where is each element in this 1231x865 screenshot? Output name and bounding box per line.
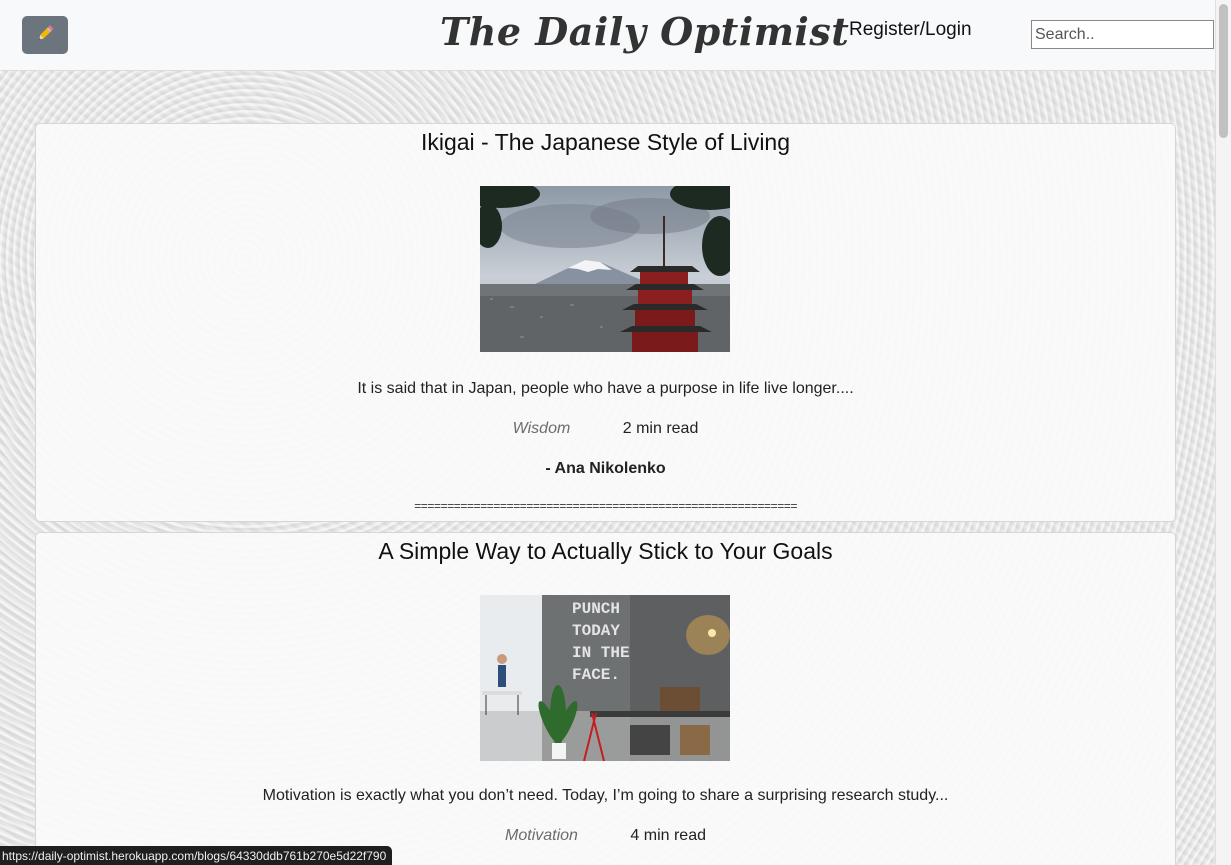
post-meta: Motivation 4 min read — [36, 827, 1175, 845]
pencil-icon — [35, 23, 55, 47]
post-category[interactable]: Wisdom — [513, 420, 571, 437]
page-scrollbar[interactable] — [1215, 0, 1231, 865]
post-image[interactable] — [480, 186, 730, 352]
post-card[interactable]: Ikigai - The Japanese Style of Living It… — [35, 123, 1176, 522]
post-image[interactable]: PUNCH TODAY IN THE FACE. — [480, 595, 730, 761]
register-login-link[interactable]: Register/Login — [849, 19, 972, 41]
post-category[interactable]: Motivation — [505, 827, 578, 844]
post-read-time: 2 min read — [622, 420, 699, 437]
post-author: - Ana Nikolenko — [545, 460, 666, 477]
link-preview-status-bar: https://daily-optimist.herokuapp.com/blo… — [0, 846, 393, 865]
post-divider: ========================================… — [414, 500, 797, 514]
post-title[interactable]: Ikigai - The Japanese Style of Living — [36, 127, 1175, 157]
post-meta: Wisdom 2 min read — [36, 420, 1175, 438]
svg-text:FACE.: FACE. — [572, 666, 620, 684]
svg-text:IN THE: IN THE — [572, 644, 630, 662]
scrollbar-thumb[interactable] — [1219, 4, 1228, 138]
site-brand[interactable]: The Daily Optimist — [440, 4, 849, 60]
post-title[interactable]: A Simple Way to Actually Stick to Your G… — [36, 536, 1175, 566]
svg-text:TODAY: TODAY — [572, 622, 620, 640]
post-excerpt: It is said that in Japan, people who hav… — [357, 380, 854, 397]
create-post-button[interactable] — [22, 16, 68, 54]
post-read-time: 4 min read — [630, 827, 706, 844]
search-input[interactable] — [1031, 20, 1214, 49]
post-excerpt: Motivation is exactly what you don’t nee… — [262, 787, 949, 804]
post-card[interactable]: A Simple Way to Actually Stick to Your G… — [35, 532, 1176, 865]
navbar: The Daily Optimist Register/Login — [0, 0, 1215, 71]
svg-text:PUNCH: PUNCH — [572, 600, 620, 618]
